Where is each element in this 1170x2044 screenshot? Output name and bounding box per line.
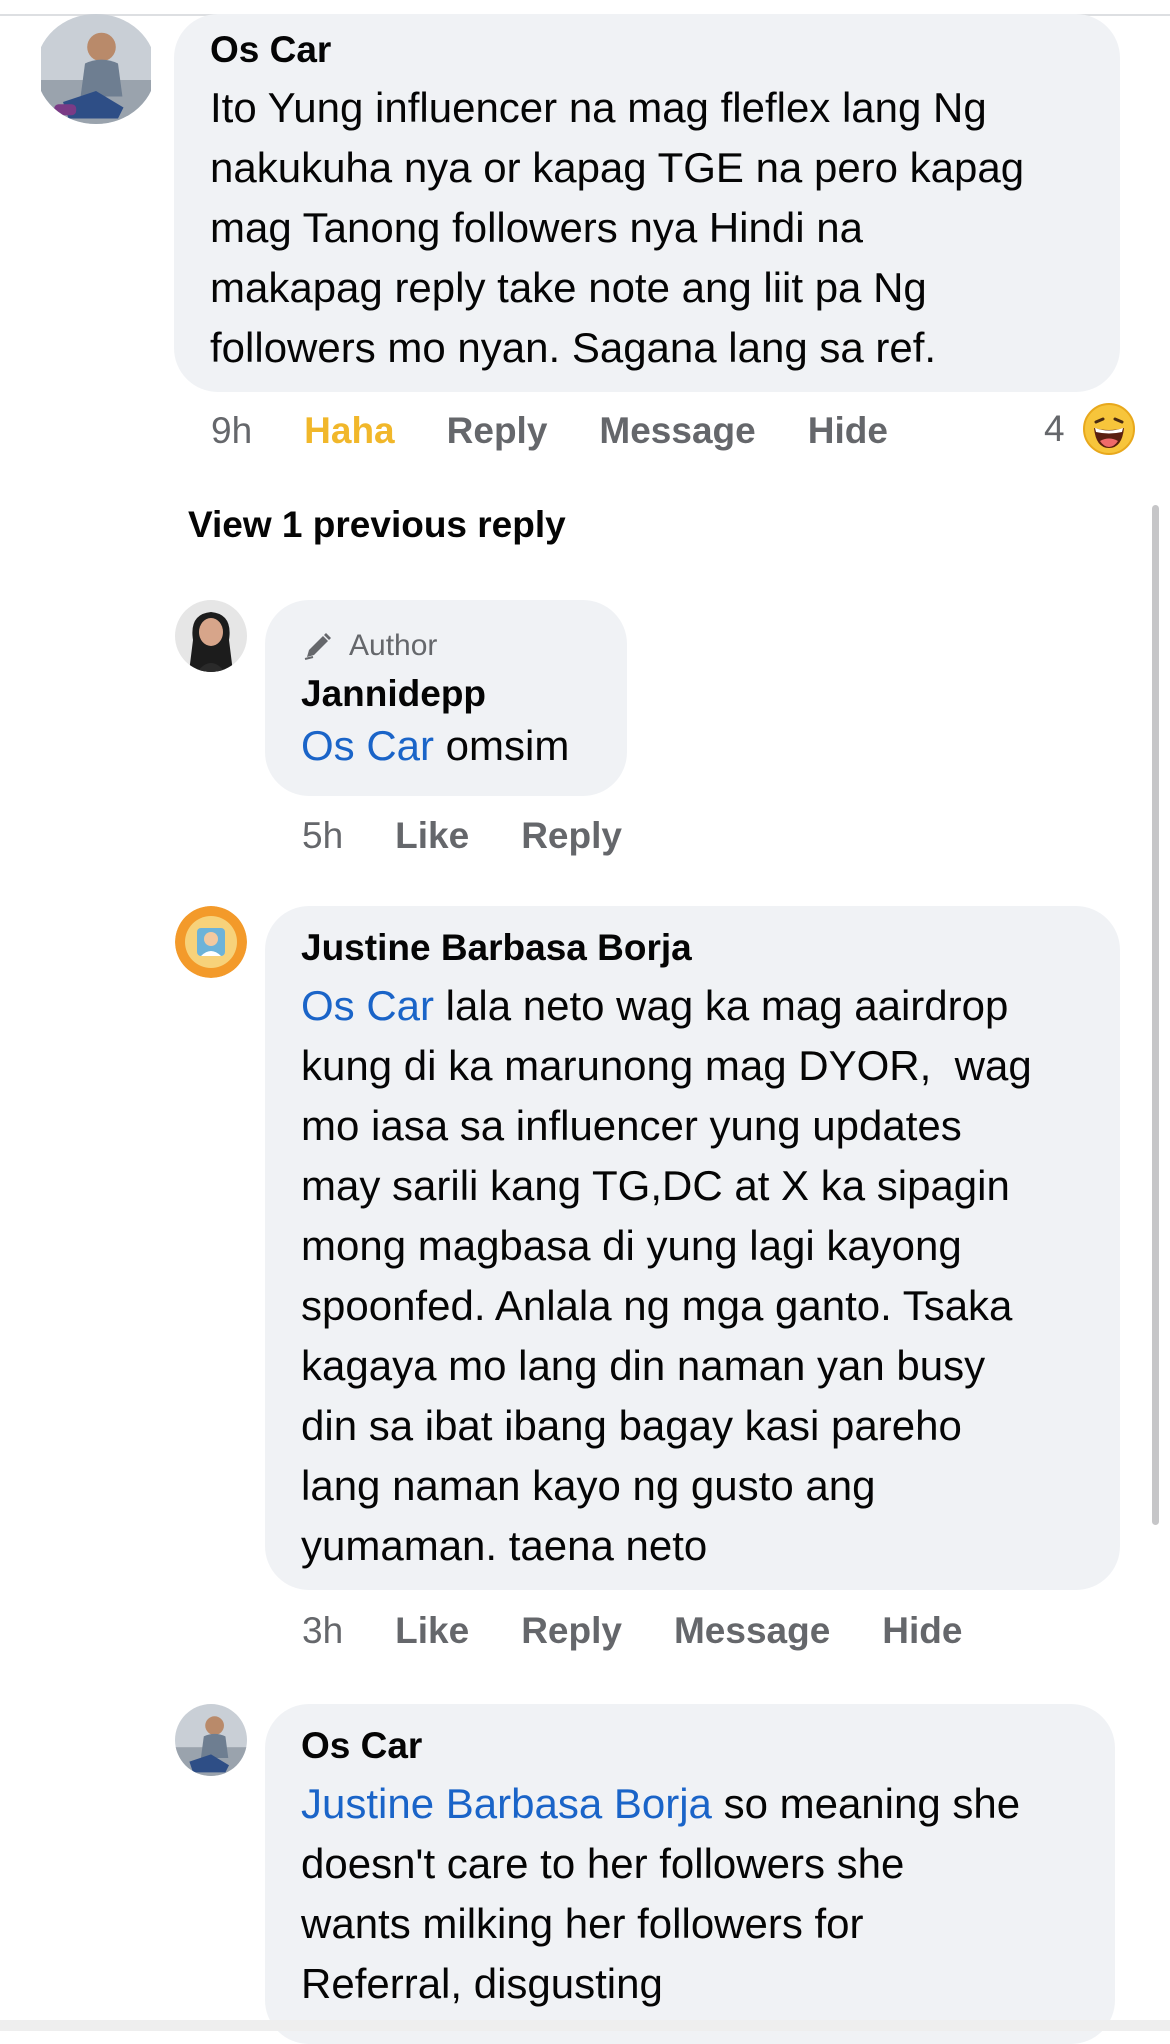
reply-text: Justine Barbasa Borja so meaning she does…	[301, 1780, 1021, 2007]
haha-reaction-button[interactable]: Haha	[304, 410, 394, 452]
bottom-edge	[0, 2020, 1170, 2031]
reply-button[interactable]: Reply	[447, 410, 548, 452]
comment-text: Ito Yung influencer na mag fleflex lang …	[210, 84, 1025, 371]
pencil-icon	[304, 633, 331, 660]
reply-actions: 3h Like Reply Message Hide	[302, 1610, 1014, 1652]
message-button[interactable]: Message	[674, 1610, 830, 1652]
comment-actions: 9h Haha Reply Message Hide	[211, 410, 940, 452]
comment-timestamp[interactable]: 9h	[211, 410, 252, 452]
laughing-emoji-icon[interactable]	[1082, 402, 1136, 456]
author-badge: Author	[301, 626, 591, 666]
avatar-photo-icon	[175, 600, 247, 672]
author-badge-label: Author	[349, 629, 438, 662]
avatar-os-car[interactable]	[175, 1704, 247, 1776]
mention-link[interactable]: Os Car	[301, 722, 434, 769]
reply-author-name[interactable]: Justine Barbasa Borja	[301, 926, 1084, 970]
reply-bubble[interactable]: Author Jannidepp Os Car omsim	[265, 600, 627, 796]
avatar-photo-icon	[175, 1704, 247, 1776]
hide-button[interactable]: Hide	[882, 1610, 962, 1652]
reply-text: Os Car lala neto wag ka mag aairdrop kung…	[301, 982, 1032, 1569]
comment-author-name[interactable]: Os Car	[210, 28, 1084, 72]
avatar-photo-icon	[175, 906, 247, 978]
reply-timestamp[interactable]: 3h	[302, 1610, 343, 1652]
comment-bubble[interactable]: Os Car Ito Yung influencer na mag flefle…	[174, 14, 1120, 392]
message-button[interactable]: Message	[599, 410, 755, 452]
mention-link[interactable]: Justine Barbasa Borja	[301, 1780, 712, 1827]
reply-actions: 5h Like Reply	[302, 815, 674, 857]
reaction-count[interactable]: 4	[1044, 408, 1065, 450]
reply-author-name[interactable]: Os Car	[301, 1724, 1079, 1768]
reply-timestamp[interactable]: 5h	[302, 815, 343, 857]
avatar-photo-icon	[41, 14, 151, 124]
reply-bubble[interactable]: Justine Barbasa Borja Os Car lala neto w…	[265, 906, 1120, 1590]
avatar-jannidepp[interactable]	[175, 600, 247, 672]
avatar-justine-barbasa-borja[interactable]	[175, 906, 247, 978]
hide-button[interactable]: Hide	[808, 410, 888, 452]
like-button[interactable]: Like	[395, 815, 469, 857]
reply-bubble[interactable]: Os Car Justine Barbasa Borja so meaning …	[265, 1704, 1115, 2044]
reply-button[interactable]: Reply	[521, 1610, 622, 1652]
reply-author-name[interactable]: Jannidepp	[301, 672, 591, 716]
like-button[interactable]: Like	[395, 1610, 469, 1652]
scrollbar[interactable]	[1152, 505, 1159, 1525]
avatar-os-car[interactable]	[36, 14, 156, 124]
reply-button[interactable]: Reply	[521, 815, 622, 857]
view-previous-replies-link[interactable]: View 1 previous reply	[188, 504, 566, 546]
mention-link[interactable]: Os Car	[301, 982, 434, 1029]
reply-text: Os Car omsim	[301, 722, 570, 769]
